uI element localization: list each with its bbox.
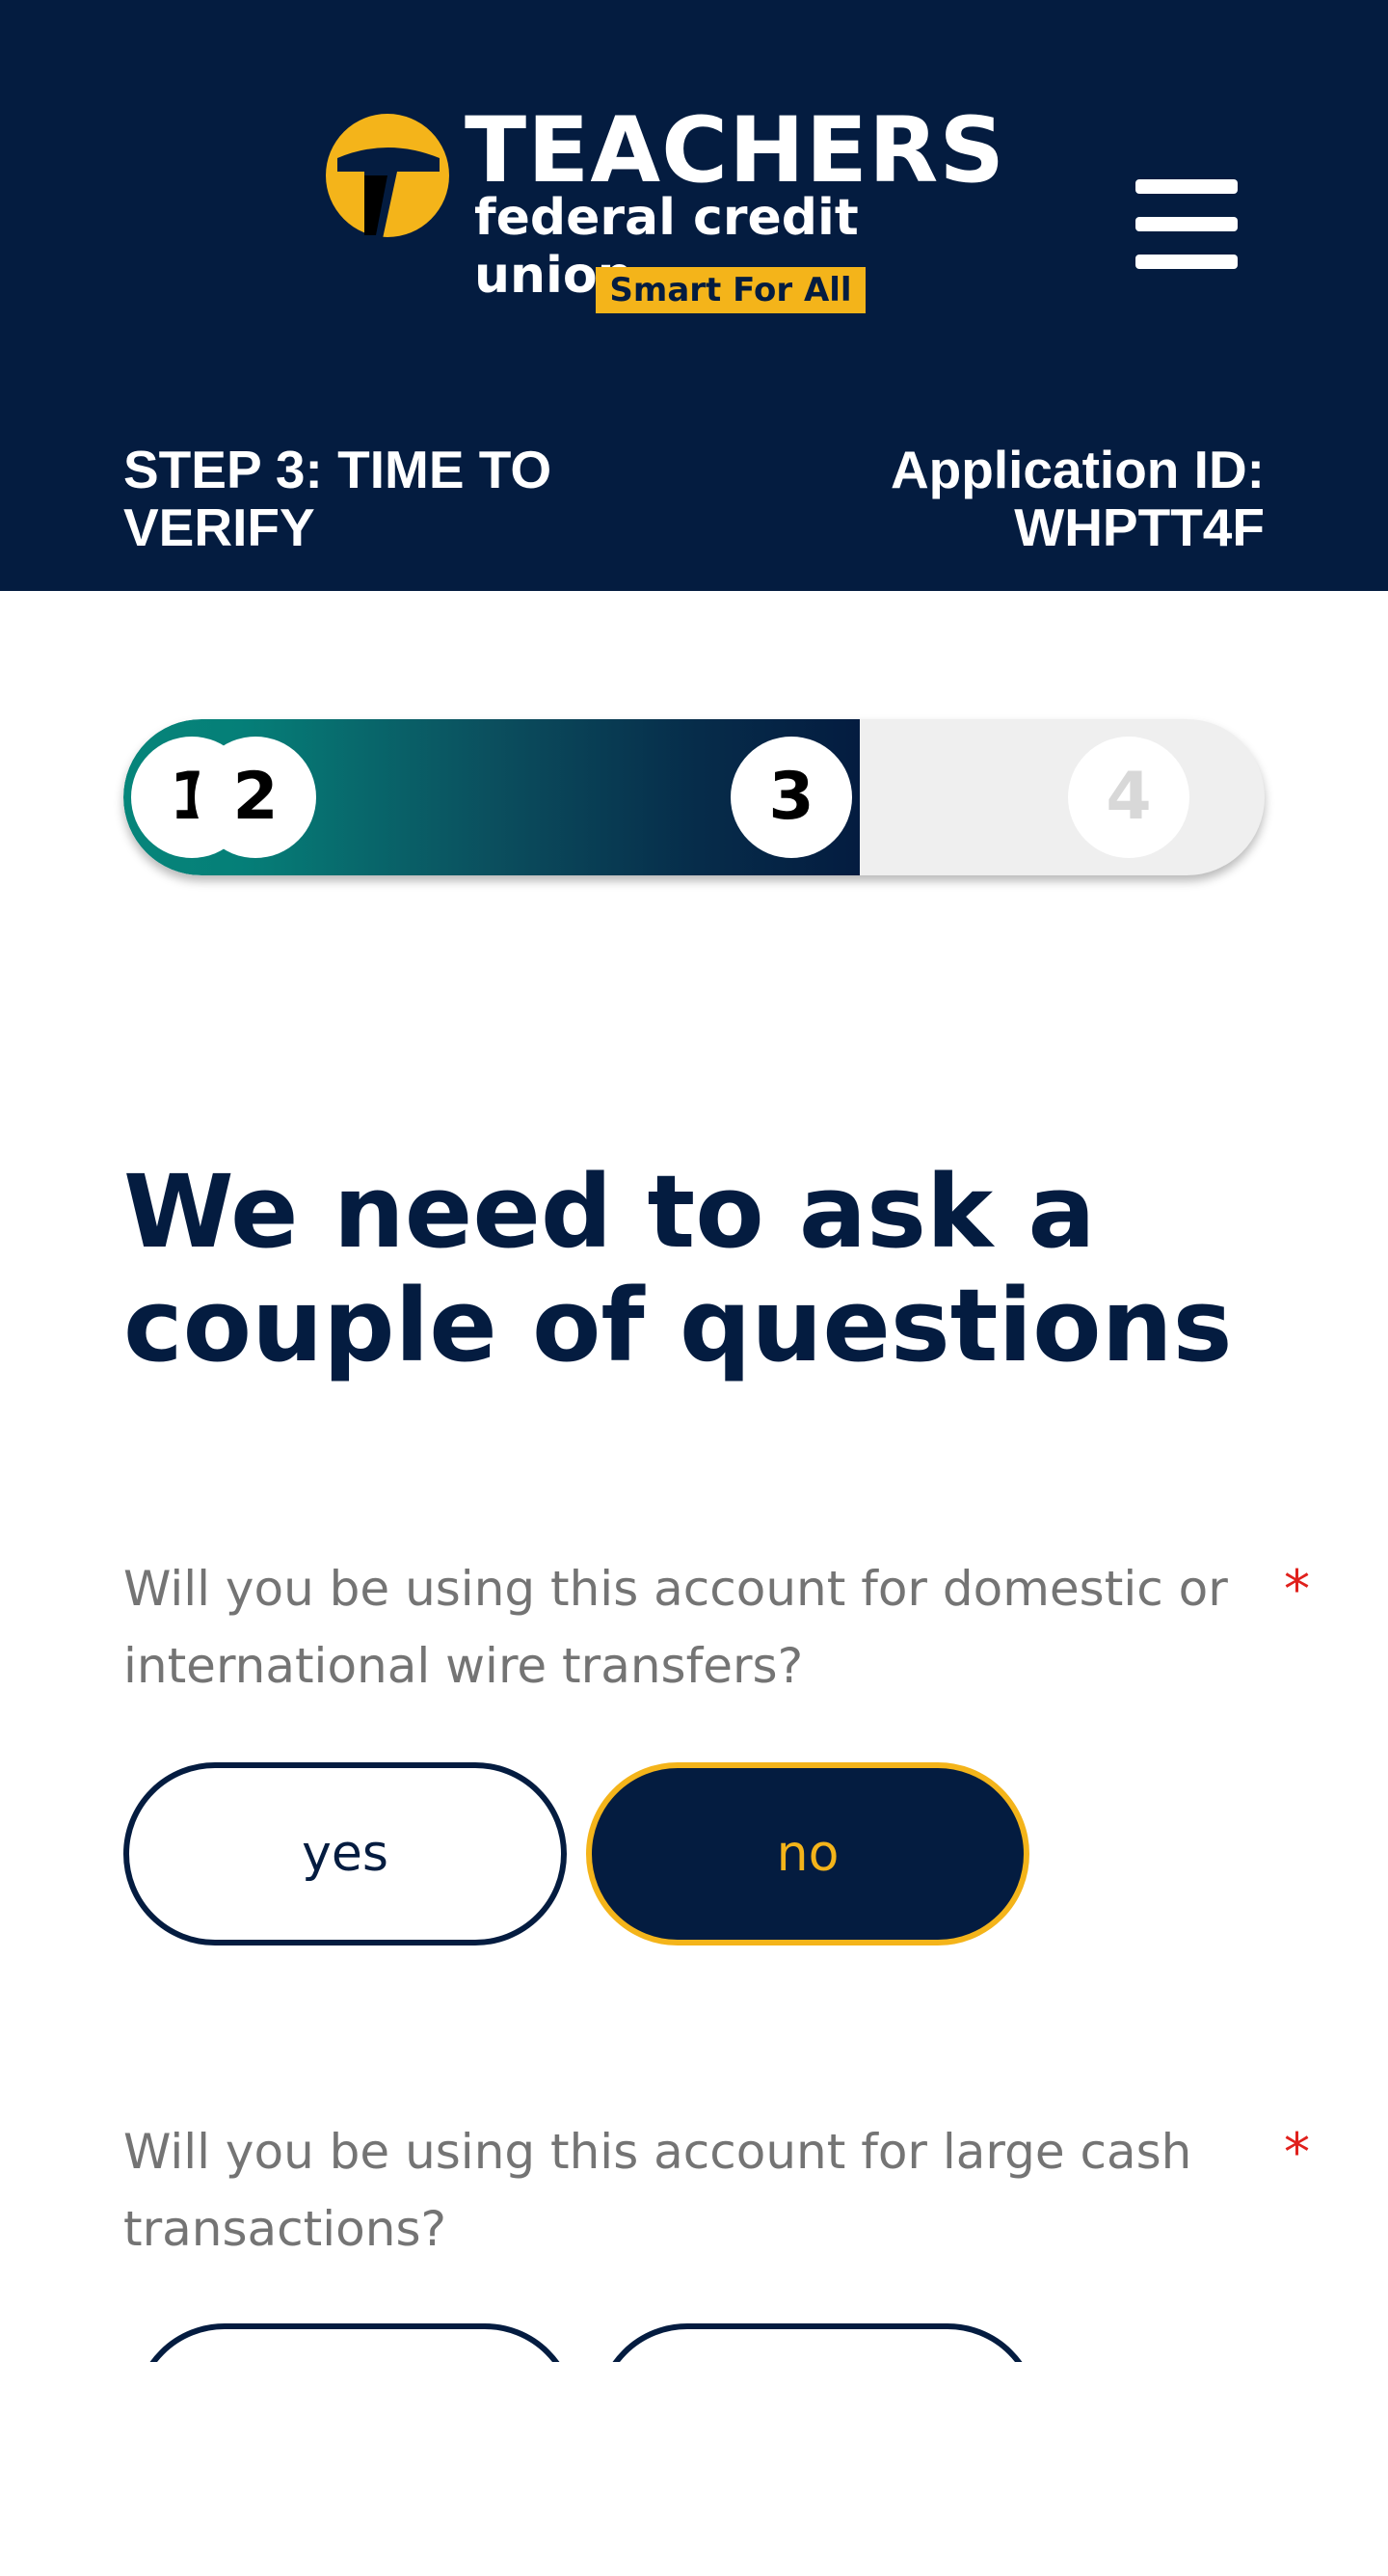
progress-bar: 1 2 3 4 bbox=[123, 719, 1265, 875]
teachers-logo-mark-icon bbox=[326, 114, 449, 243]
application-id-label: Application ID: bbox=[890, 440, 1265, 499]
logo-tagline: Smart For All bbox=[596, 267, 866, 313]
teachers-fcu-logo[interactable]: TEACHERS federal credit union Smart For … bbox=[320, 106, 1004, 315]
hamburger-menu-icon-middle bbox=[1135, 217, 1238, 231]
large-cash-options: yes no bbox=[0, 2323, 1388, 2362]
progress-step-4: 4 bbox=[1068, 737, 1189, 858]
page-heading: We need to ask a couple of questions bbox=[123, 1153, 1233, 1384]
large-cash-no-button[interactable]: no bbox=[596, 2323, 1039, 2362]
question-large-cash: Will you be using this account for large… bbox=[123, 2124, 1192, 2257]
required-marker: * bbox=[1284, 2122, 1310, 2183]
hamburger-menu-icon bbox=[1135, 179, 1238, 194]
hamburger-menu-button[interactable] bbox=[1135, 179, 1238, 270]
wire-transfers-yes-button[interactable]: yes bbox=[123, 1762, 567, 1945]
hamburger-menu-icon-bottom bbox=[1135, 255, 1238, 269]
required-marker: * bbox=[1284, 1559, 1310, 1620]
step-label: STEP 3: TIME TO VERIFY bbox=[123, 440, 552, 557]
wire-transfers-no-button[interactable]: no bbox=[586, 1762, 1029, 1945]
application-id: Application ID: WHPTT4F bbox=[744, 441, 1265, 556]
logo-wordmark: TEACHERS bbox=[465, 98, 1006, 203]
progress-step-2: 2 bbox=[195, 737, 316, 858]
site-header: TEACHERS federal credit union Smart For … bbox=[0, 0, 1388, 591]
application-id-value: WHPTT4F bbox=[1014, 497, 1265, 557]
progress-step-3: 3 bbox=[731, 737, 852, 858]
question-wire-transfers: Will you be using this account for domes… bbox=[123, 1561, 1228, 1694]
large-cash-yes-button[interactable]: yes bbox=[133, 2323, 576, 2362]
